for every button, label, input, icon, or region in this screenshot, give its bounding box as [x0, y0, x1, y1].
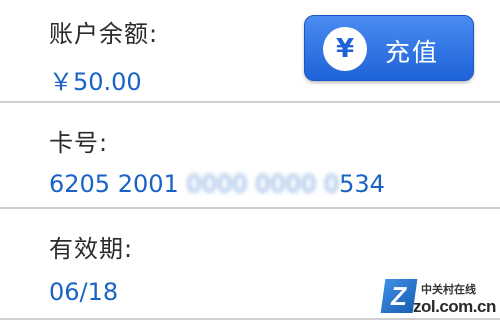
card-number-label: 卡号: — [49, 129, 109, 157]
balance-label: 账户余额: — [49, 20, 159, 48]
expiry-value: 06/18 — [49, 278, 119, 306]
watermark-text-en: zol.com.cn — [413, 297, 496, 316]
watermark-text-cn: 中关村在线 — [421, 283, 476, 296]
expiry-label: 有效期: — [49, 235, 134, 263]
yen-icon: ¥ — [323, 27, 367, 71]
zol-logo-icon: Z — [380, 279, 418, 313]
card-number-prefix: 6205 2001 — [49, 170, 187, 198]
recharge-button[interactable]: ¥ 充值 — [304, 15, 474, 81]
card-number-value: 6205 2001 0000 0000 0534 — [49, 170, 385, 198]
balance-value: ￥50.00 — [49, 68, 142, 96]
recharge-button-label: 充值 — [385, 38, 440, 67]
card-number-suffix: 534 — [339, 170, 385, 198]
card-number-masked: 0000 0000 0 — [186, 170, 340, 198]
divider — [0, 101, 500, 103]
zol-watermark: Z 中关村在线 zol.com.cn — [380, 279, 496, 321]
divider — [0, 207, 500, 209]
